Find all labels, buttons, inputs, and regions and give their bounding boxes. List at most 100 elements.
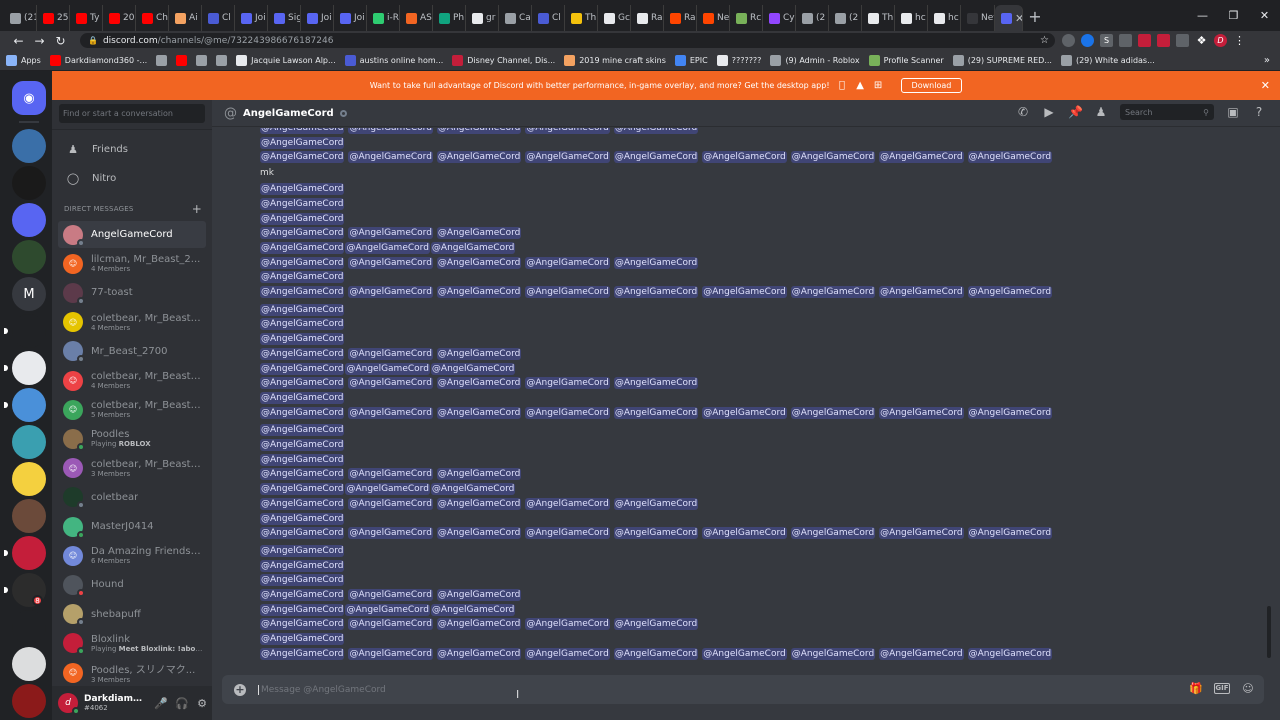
user-mention[interactable]: @AngelGameCord [260, 406, 345, 419]
user-mention[interactable]: @AngelGameCord [345, 362, 430, 375]
user-mention[interactable]: @AngelGameCord [436, 647, 522, 660]
extension-icon[interactable] [1119, 34, 1132, 47]
user-mention[interactable]: @AngelGameCord [260, 439, 345, 451]
bookmark-item[interactable]: (29) SUPREME RED... [952, 54, 1052, 66]
dm-list-item[interactable]: Poodles Playing ROBLOX [58, 425, 206, 452]
user-mention[interactable]: @AngelGameCord [613, 377, 699, 390]
user-mention[interactable]: @AngelGameCord [260, 574, 345, 587]
gif-icon[interactable]: GIF [1214, 683, 1230, 694]
bookmark-item[interactable]: ??????? [716, 54, 761, 66]
server-icon[interactable] [12, 314, 46, 348]
user-mention[interactable]: @AngelGameCord [613, 527, 699, 540]
user-mention[interactable]: @AngelGameCord [260, 468, 345, 481]
user-mention[interactable]: @AngelGameCord [260, 271, 345, 284]
bookmark-item[interactable] [216, 54, 228, 66]
user-mention[interactable]: @AngelGameCord [525, 286, 610, 298]
pin-icon[interactable]: 📌 [1068, 105, 1083, 119]
user-mention[interactable]: @AngelGameCord [348, 377, 433, 390]
user-mention[interactable]: @AngelGameCord [430, 603, 516, 616]
bookmark-item[interactable]: (9) Admin - Roblox [770, 54, 860, 66]
user-mention[interactable]: @AngelGameCord [430, 241, 516, 254]
user-mention[interactable]: @AngelGameCord [702, 151, 787, 164]
reload-icon[interactable]: ↻ [50, 34, 71, 48]
user-mention[interactable]: @AngelGameCord [260, 559, 345, 572]
bookmark-item[interactable]: Apps [6, 54, 41, 66]
user-mention[interactable]: @AngelGameCord [260, 136, 345, 149]
browser-tab[interactable]: Th [565, 5, 598, 31]
browser-tab[interactable]: Th [862, 5, 895, 31]
user-mention[interactable]: @AngelGameCord [260, 391, 345, 404]
user-mention[interactable]: @AngelGameCord [613, 151, 699, 164]
user-mention[interactable]: @AngelGameCord [525, 527, 610, 540]
browser-tab[interactable]: Joi [334, 5, 367, 31]
create-dm-icon[interactable]: + [192, 203, 202, 215]
browser-tab[interactable]: gr [466, 5, 499, 31]
user-mention[interactable]: @AngelGameCord [260, 333, 345, 346]
user-mention[interactable]: @AngelGameCord [345, 603, 430, 616]
user-mention[interactable]: @AngelGameCord [345, 483, 430, 496]
user-mention[interactable]: @AngelGameCord [436, 497, 522, 510]
user-mention[interactable]: @AngelGameCord [790, 527, 876, 540]
bookmark-item[interactable]: Jacquie Lawson Alp... [236, 54, 336, 66]
browser-tab[interactable]: (2 [829, 5, 862, 31]
extension-icon[interactable] [1062, 34, 1075, 47]
user-mention[interactable]: @AngelGameCord [967, 286, 1053, 298]
browser-tab[interactable]: Ty [70, 5, 103, 31]
server-icon[interactable] [12, 462, 46, 496]
user-mention[interactable]: @AngelGameCord [790, 406, 876, 419]
bookmark-item[interactable] [156, 54, 168, 66]
video-icon[interactable]: ▶ [1042, 105, 1056, 119]
user-mention[interactable]: @AngelGameCord [348, 497, 433, 510]
attach-plus-icon[interactable]: + [234, 683, 246, 696]
user-mention[interactable]: @AngelGameCord [967, 647, 1053, 660]
add-member-icon[interactable]: ♟ [1094, 105, 1108, 119]
user-mention[interactable]: @AngelGameCord [260, 256, 345, 269]
user-mention[interactable]: @AngelGameCord [348, 468, 433, 481]
user-mention[interactable]: @AngelGameCord [260, 483, 345, 496]
download-button[interactable]: Download [900, 78, 963, 93]
server-icon[interactable]: M [12, 277, 46, 311]
user-mention[interactable]: @AngelGameCord [430, 362, 516, 375]
user-mention[interactable]: @AngelGameCord [525, 647, 610, 660]
server-icon[interactable] [12, 129, 46, 163]
gear-icon[interactable]: ⚙ [196, 697, 208, 710]
user-mention[interactable]: @AngelGameCord [525, 497, 610, 510]
user-mention[interactable]: @AngelGameCord [260, 183, 345, 196]
user-mention[interactable]: @AngelGameCord [436, 468, 522, 481]
server-icon[interactable] [12, 647, 46, 681]
user-mention[interactable]: @AngelGameCord [613, 618, 699, 631]
minimize-icon[interactable]: — [1187, 9, 1218, 22]
nitro-nav-item[interactable]: ◯ Nitro [56, 166, 206, 190]
user-mention[interactable]: @AngelGameCord [525, 128, 610, 134]
search-input[interactable]: Search ⚲ [1120, 104, 1214, 120]
bookmark-item[interactable]: EPIC [674, 54, 708, 66]
bookmark-item[interactable]: austins online hom... [344, 54, 443, 66]
user-mention[interactable]: @AngelGameCord [260, 497, 345, 510]
user-mention[interactable]: @AngelGameCord [436, 347, 522, 360]
bookmark-item[interactable] [196, 54, 208, 66]
menu-icon[interactable]: ⋮ [1233, 34, 1246, 47]
user-mention[interactable]: @AngelGameCord [525, 151, 610, 164]
browser-tab[interactable]: Joi [235, 5, 268, 31]
back-icon[interactable]: ← [8, 34, 29, 48]
dm-list-item[interactable]: Hound [58, 571, 206, 598]
dm-list-item[interactable]: Bloxlink Playing Meet Bloxlink: !about [58, 630, 206, 657]
user-mention[interactable]: @AngelGameCord [702, 406, 787, 419]
dm-search-input[interactable]: Find or start a conversation [59, 104, 205, 123]
user-mention[interactable]: @AngelGameCord [879, 406, 964, 419]
user-mention[interactable]: @AngelGameCord [613, 256, 699, 269]
browser-tab[interactable]: 25 [37, 5, 70, 31]
user-mention[interactable]: @AngelGameCord [348, 128, 433, 134]
bookmark-item[interactable] [176, 54, 188, 66]
dm-list-item[interactable]: AngelGameCord [58, 221, 206, 248]
help-icon[interactable]: ? [1252, 105, 1266, 119]
user-mention[interactable]: @AngelGameCord [348, 151, 433, 164]
browser-tab[interactable]: Sig [268, 5, 301, 31]
user-mention[interactable]: @AngelGameCord [879, 647, 964, 660]
user-mention[interactable]: @AngelGameCord [525, 256, 610, 269]
bookmark-item[interactable]: Profile Scanner [868, 54, 944, 66]
bookmark-item[interactable]: Disney Channel, Dis... [452, 54, 555, 66]
user-mention[interactable]: @AngelGameCord [436, 286, 522, 298]
browser-tab[interactable]: Rc [730, 5, 763, 31]
emoji-icon[interactable]: ☺ [1240, 682, 1256, 695]
